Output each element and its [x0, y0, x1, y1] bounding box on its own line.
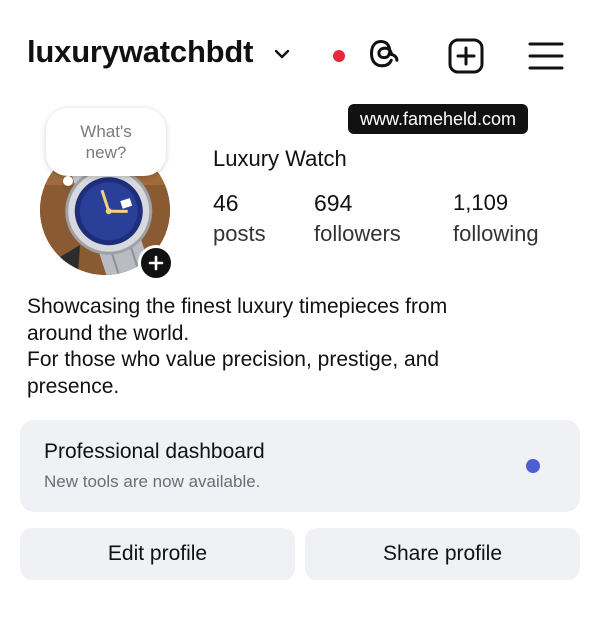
followers-stat[interactable]: 694 followers	[314, 188, 401, 250]
note-tail	[63, 176, 73, 186]
chevron-down-icon[interactable]	[273, 47, 291, 61]
plus-icon	[148, 255, 164, 271]
following-count: 1,109	[453, 190, 509, 215]
add-story-button[interactable]	[138, 245, 174, 281]
share-profile-button[interactable]: Share profile	[305, 528, 580, 580]
professional-dashboard-card[interactable]: Professional dashboard New tools are now…	[20, 420, 580, 512]
posts-label: posts	[213, 221, 266, 246]
bio-line: Showcasing the finest luxury timepieces …	[27, 295, 448, 318]
posts-stat[interactable]: 46 posts	[213, 188, 266, 250]
dashboard-subtitle: New tools are now available.	[44, 472, 261, 491]
bio-line: around the world.	[27, 321, 190, 345]
profile-header: luxurywatchbdt	[0, 0, 600, 110]
dashboard-title: Professional dashboard	[44, 440, 265, 463]
display-name: Luxury Watch	[213, 146, 347, 171]
add-post-icon[interactable]	[446, 36, 486, 76]
watermark: www.fameheld.com	[348, 104, 528, 134]
bio-line: presence.	[27, 374, 120, 398]
posts-count: 46	[213, 190, 239, 216]
hamburger-menu-icon[interactable]	[526, 36, 566, 76]
following-label: following	[453, 221, 539, 246]
note-text-line1: What's	[80, 122, 132, 141]
threads-icon[interactable]	[366, 36, 406, 76]
new-indicator-dot	[526, 459, 540, 473]
followers-count: 694	[314, 190, 353, 216]
followers-label: followers	[314, 221, 401, 246]
following-stat[interactable]: 1,109 following	[453, 188, 539, 250]
note-bubble[interactable]: What's new?	[46, 108, 166, 176]
notification-dot	[333, 50, 345, 62]
bio: Showcasing the finest luxury timepieces …	[27, 294, 587, 400]
edit-profile-button[interactable]: Edit profile	[20, 528, 295, 580]
account-switcher[interactable]: luxurywatchbdt	[27, 34, 291, 70]
note-text-line2: new?	[85, 143, 127, 162]
username[interactable]: luxurywatchbdt	[27, 34, 253, 70]
bio-line: For those who value precision, prestige,…	[27, 348, 440, 371]
